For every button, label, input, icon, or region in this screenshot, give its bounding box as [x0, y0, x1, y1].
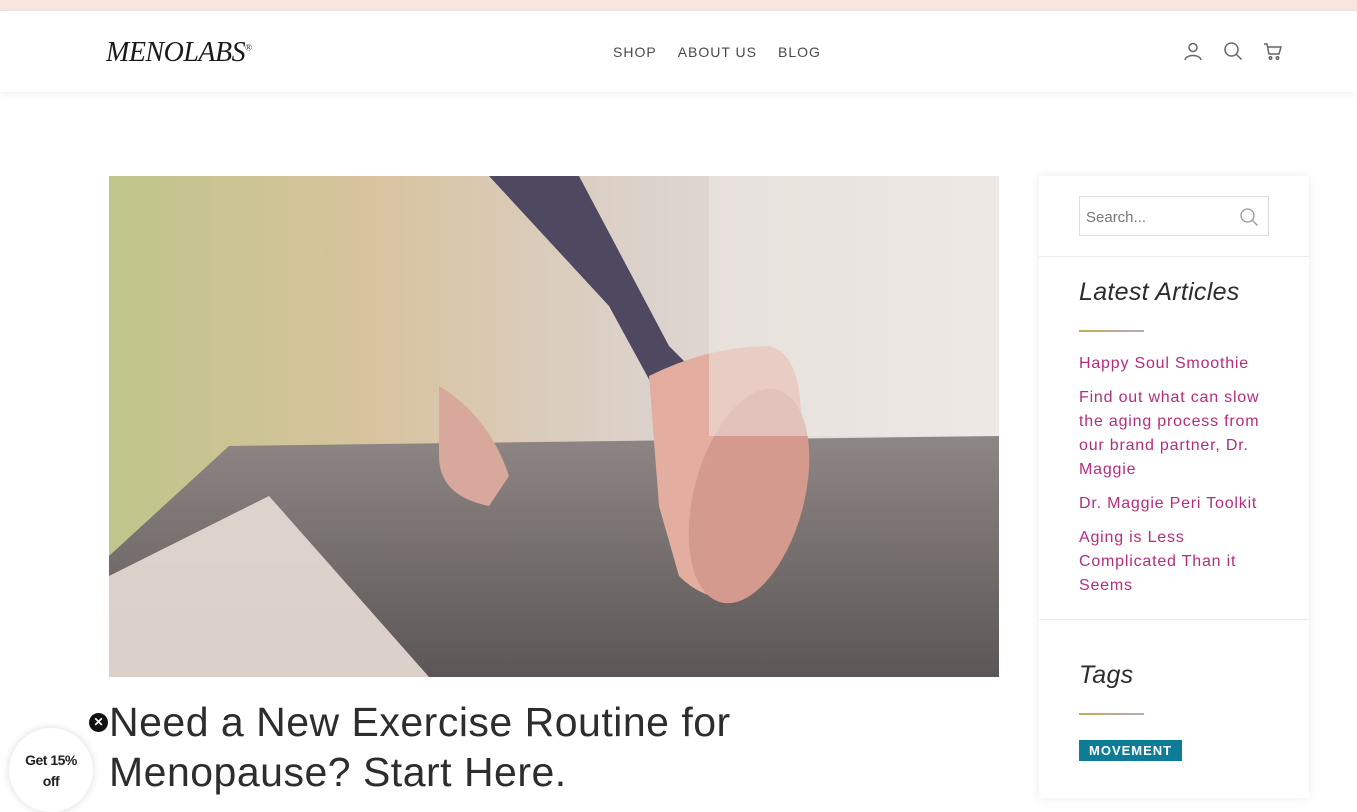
- list-item: Dr. Maggie Peri Toolkit: [1079, 492, 1279, 516]
- article-link[interactable]: Find out what can slow the aging process…: [1079, 389, 1259, 478]
- discount-promo-badge[interactable]: Get 15% off: [9, 728, 93, 812]
- site-header: MENOLABS® SHOP ABOUT US BLOG: [0, 10, 1357, 92]
- nav-item-blog[interactable]: BLOG: [778, 44, 821, 60]
- header-actions: [1183, 41, 1283, 61]
- article-link[interactable]: Happy Soul Smoothie: [1079, 355, 1249, 372]
- close-icon[interactable]: ✕: [89, 713, 108, 732]
- article-link[interactable]: Aging is Less Complicated Than it Seems: [1079, 529, 1236, 594]
- brand-logo[interactable]: MENOLABS®: [106, 37, 252, 69]
- brand-logo-registered: ®: [245, 42, 252, 53]
- blog-sidebar: Latest Articles Happy Soul Smoothie Find…: [1039, 176, 1309, 798]
- nav-item-about-us[interactable]: ABOUT US: [678, 44, 757, 60]
- announcement-bar: [0, 0, 1357, 10]
- list-item: Find out what can slow the aging process…: [1079, 386, 1279, 482]
- main-nav: SHOP ABOUT US BLOG: [613, 44, 821, 60]
- heading-underline: [1079, 713, 1144, 715]
- search-input[interactable]: [1080, 197, 1238, 237]
- article-title: Need a New Exercise Routine for Menopaus…: [109, 699, 731, 795]
- list-item: Aging is Less Complicated Than it Seems: [1079, 526, 1279, 598]
- sidebar-search: [1079, 196, 1269, 237]
- tags-heading: Tags: [1079, 661, 1134, 689]
- article-link[interactable]: Dr. Maggie Peri Toolkit: [1079, 495, 1257, 512]
- promo-line-1: Get 15%: [25, 752, 77, 768]
- tag-movement[interactable]: MOVEMENT: [1079, 740, 1183, 761]
- search-icon[interactable]: [1239, 207, 1259, 227]
- list-item: Happy Soul Smoothie: [1079, 352, 1279, 376]
- sidebar-divider: [1039, 256, 1309, 257]
- latest-articles-heading: Latest Articles: [1079, 278, 1240, 306]
- nav-item-shop[interactable]: SHOP: [613, 44, 657, 60]
- latest-articles-list: Happy Soul Smoothie Find out what can sl…: [1079, 352, 1279, 608]
- sidebar-divider: [1039, 619, 1309, 620]
- article-hero-image: [109, 176, 999, 677]
- search-icon[interactable]: [1223, 41, 1243, 61]
- heading-underline: [1079, 330, 1144, 332]
- promo-line-2: off: [42, 773, 60, 789]
- brand-logo-text: MENOLABS: [106, 37, 246, 68]
- account-icon[interactable]: [1183, 41, 1203, 61]
- cart-icon[interactable]: [1263, 41, 1283, 61]
